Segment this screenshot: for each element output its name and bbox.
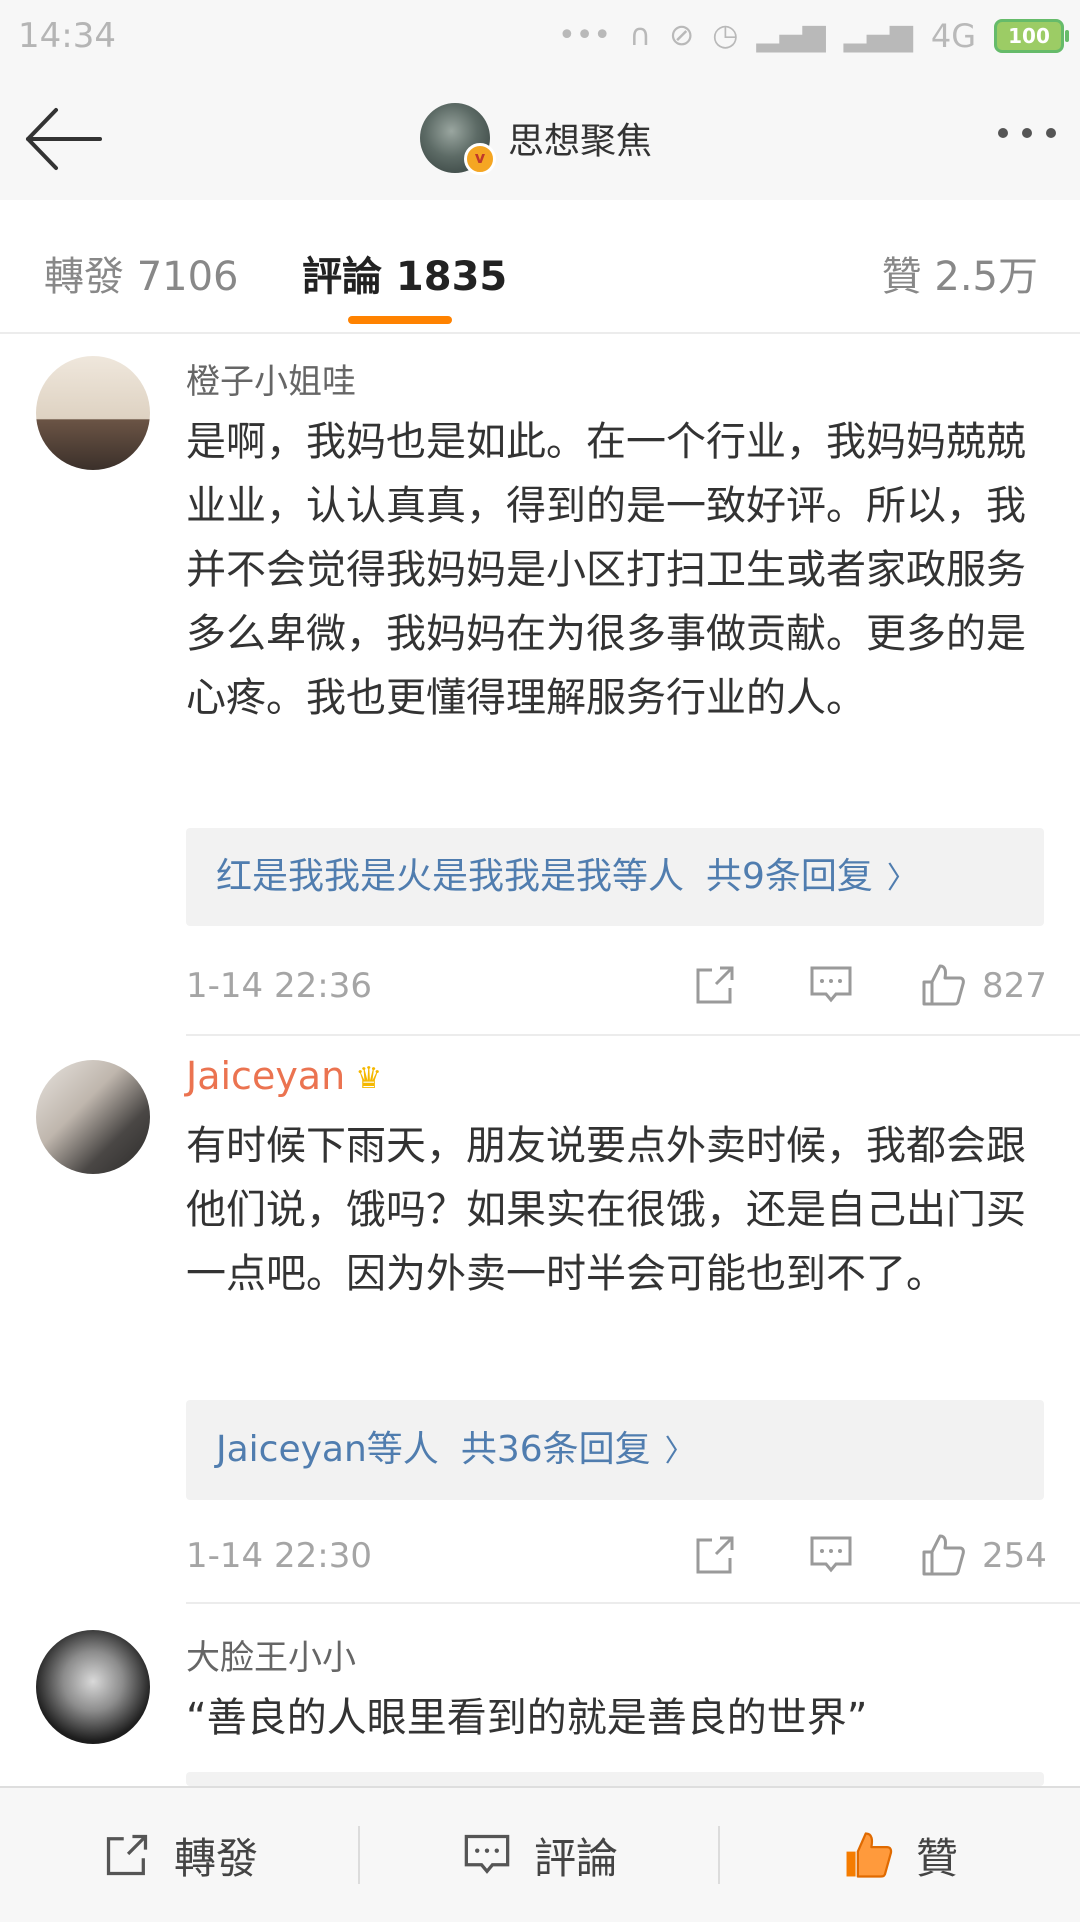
replies-link[interactable] — [186, 1772, 1044, 1786]
comment-time: 1-14 22:36 — [186, 966, 372, 1006]
back-arrow-icon — [26, 108, 102, 170]
share-icon — [106, 1834, 148, 1876]
repost-label: 轉發 — [173, 1833, 258, 1883]
like-button[interactable]: 贊 — [720, 1788, 1080, 1922]
replies-users: 红是我我是火是我我是我等人 — [216, 856, 685, 897]
chevron-right-icon: 〉 — [664, 1434, 695, 1469]
replies-users: Jaiceyan等人 — [216, 1429, 439, 1470]
comment-text: “善良的人眼里看到的就是善良的世界” — [186, 1695, 868, 1741]
replies-count: 共36条回复 — [460, 1429, 651, 1470]
comment-username[interactable]: Jaiceyan ♛ — [186, 1054, 382, 1098]
tab-comment[interactable]: 評論 1835 — [302, 244, 507, 302]
crown-icon: ♛ — [355, 1061, 383, 1096]
avatar[interactable]: v — [420, 103, 496, 175]
account-header[interactable]: v 思想聚焦 — [420, 102, 653, 175]
status-bar: 14:34 ••• ∩ ⊘ ◷ ▂▄▆ ▂▄▆ 4G 100 — [0, 0, 1080, 76]
headphones-icon: ∩ — [629, 18, 652, 53]
status-time: 14:34 — [18, 16, 116, 56]
comment-text: 有时候下雨天，朋友说要点外卖时候，我都会跟他们说，饿吗？如果实在很饿，还是自己出… — [186, 1123, 1026, 1297]
comment-time: 1-14 22:30 — [186, 1536, 372, 1576]
divider — [186, 1034, 1080, 1036]
network-type: 4G — [930, 17, 976, 55]
replies-count: 共9条回复 — [706, 856, 873, 897]
comment-meta: 1-14 22:30 254 — [186, 1532, 1047, 1582]
chevron-right-icon: 〉 — [886, 861, 917, 896]
comment-username[interactable]: 橙子小姐哇 — [186, 354, 356, 403]
reply-icon — [464, 1834, 510, 1874]
status-icons: ••• ∩ ⊘ ◷ ▂▄▆ ▂▄▆ 4G 100 — [558, 14, 1069, 58]
battery-indicator: 100 — [994, 19, 1069, 53]
tab-bar: 轉發 7106 評論 1835 贊 2.5万 — [0, 200, 1080, 334]
like-label: 贊 — [915, 1833, 958, 1883]
navigation-bar: v 思想聚焦 — [0, 76, 1080, 202]
reply-icon[interactable] — [808, 962, 854, 1008]
signal-icon: ▂▄▆ — [756, 18, 826, 53]
share-icon[interactable] — [692, 1532, 738, 1578]
repost-button[interactable]: 轉發 — [0, 1788, 360, 1922]
reply-icon[interactable] — [808, 1532, 854, 1578]
more-button[interactable] — [998, 128, 1056, 138]
comment-text: 是啊，我妈也是如此。在一个行业，我妈妈兢兢业业，认认真真，得到的是一致好评。所以… — [186, 419, 1026, 721]
more-icon — [998, 128, 1008, 138]
tab-repost[interactable]: 轉發 7106 — [44, 244, 239, 302]
replies-link[interactable]: Jaiceyan等人 共36条回复〉 — [186, 1400, 1044, 1500]
comment-username[interactable]: 大脸王小小 — [186, 1630, 356, 1679]
more-dots-icon: ••• — [558, 18, 612, 53]
avatar[interactable] — [36, 1060, 150, 1174]
like-count: 254 — [982, 1536, 1047, 1576]
share-icon[interactable] — [692, 962, 738, 1008]
signal-icon: ▂▄▆ — [843, 18, 913, 53]
alarm-icon: ◷ — [712, 18, 739, 53]
divider — [186, 1602, 1080, 1604]
like-count: 827 — [982, 966, 1047, 1006]
thumbs-up-icon — [846, 1832, 893, 1878]
mute-icon: ⊘ — [669, 18, 695, 53]
tab-like[interactable]: 贊 2.5万 — [882, 244, 1038, 302]
thumbs-up-icon[interactable] — [920, 1532, 966, 1578]
comment-label: 評論 — [533, 1833, 618, 1883]
back-button[interactable] — [22, 104, 106, 174]
comment-meta: 1-14 22:36 827 — [186, 962, 1047, 1012]
bottom-action-bar: 轉發 評論 贊 — [0, 1786, 1080, 1922]
replies-link[interactable]: 红是我我是火是我我是我等人 共9条回复〉 — [186, 828, 1044, 926]
verified-badge-icon: v — [464, 143, 496, 175]
thumbs-up-icon[interactable] — [920, 962, 966, 1008]
comment-button[interactable]: 評論 — [360, 1788, 720, 1922]
avatar[interactable] — [36, 1630, 150, 1744]
page-title: 思想聚焦 — [508, 121, 653, 162]
avatar[interactable] — [36, 356, 150, 470]
active-tab-indicator — [348, 316, 452, 324]
